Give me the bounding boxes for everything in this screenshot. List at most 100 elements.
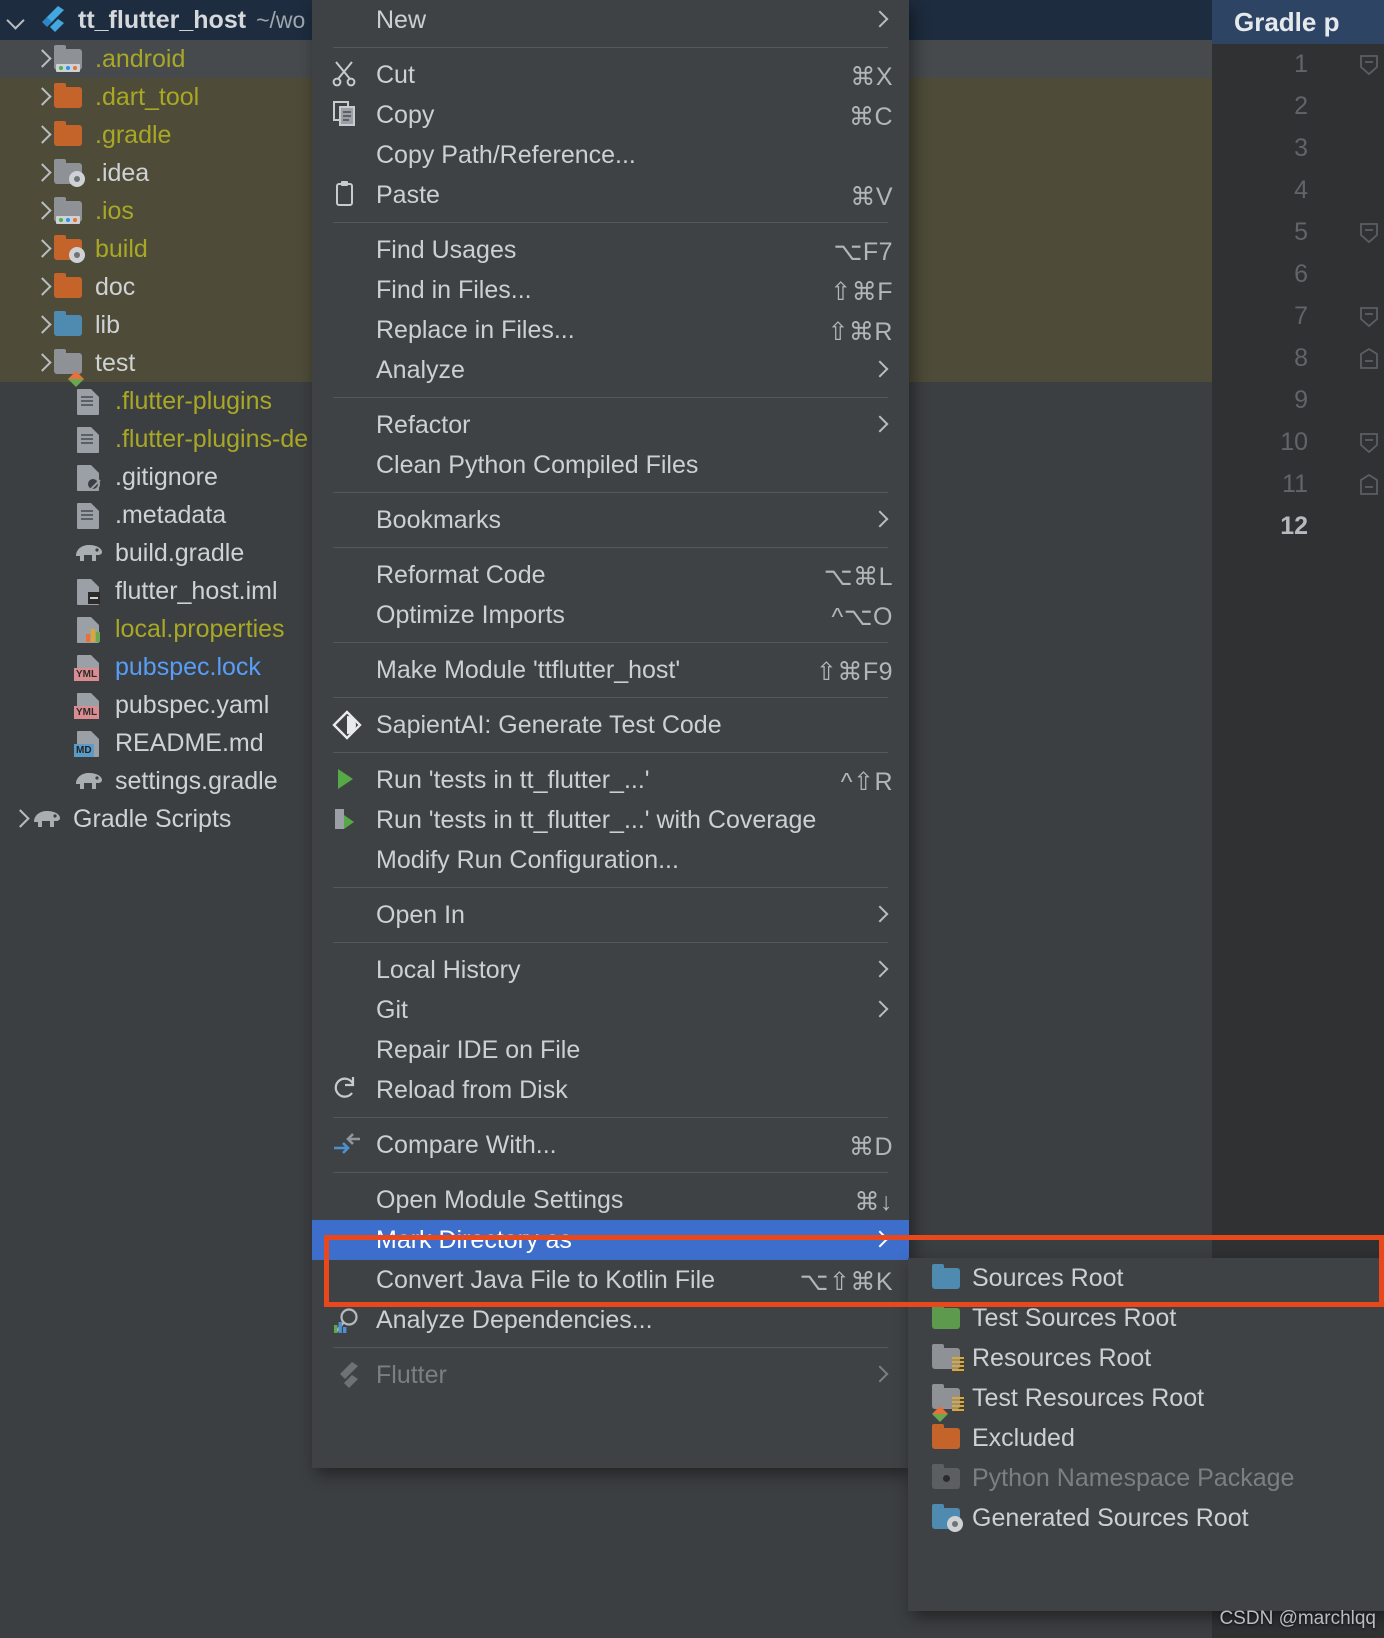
submenu-item[interactable]: Test Resources Root bbox=[908, 1378, 1384, 1422]
chevron-right-icon bbox=[873, 417, 887, 431]
chevron-right-icon[interactable] bbox=[30, 48, 52, 70]
menu-item-label: Cut bbox=[376, 60, 415, 89]
menu-item[interactable]: Optimize Imports ^⌥O bbox=[312, 595, 909, 635]
menu-item[interactable]: Clean Python Compiled Files bbox=[312, 445, 909, 485]
chevron-right-icon[interactable] bbox=[30, 238, 52, 260]
coverage-icon bbox=[332, 805, 374, 835]
menu-item[interactable]: Modify Run Configuration... bbox=[312, 840, 909, 880]
code-fold-icon[interactable] bbox=[1358, 474, 1380, 496]
menu-item[interactable]: Analyze Dependencies... bbox=[312, 1300, 909, 1340]
code-fold-icon[interactable] bbox=[1358, 222, 1380, 244]
submenu-item[interactable]: Resources Root bbox=[908, 1338, 1384, 1378]
project-root-path: ~/wo bbox=[256, 6, 306, 33]
chevron-right-icon[interactable] bbox=[30, 86, 52, 108]
chevron-right-icon bbox=[873, 962, 887, 976]
menu-item-label: Convert Java File to Kotlin File bbox=[376, 1265, 716, 1294]
menu-item[interactable]: Copy ⌘C bbox=[312, 95, 909, 135]
menu-item-shortcut: ⌥F7 bbox=[833, 238, 893, 266]
menu-separator bbox=[333, 492, 888, 493]
menu-item[interactable]: Cut ⌘X bbox=[312, 55, 909, 95]
folder-icon bbox=[52, 349, 86, 387]
menu-item[interactable]: Reformat Code ⌥⌘L bbox=[312, 555, 909, 595]
line-number: 12 bbox=[1280, 512, 1308, 540]
menu-item-label: Analyze bbox=[376, 355, 465, 384]
submenu-item[interactable]: Python Namespace Package bbox=[908, 1458, 1384, 1498]
submenu-item[interactable]: Test Sources Root bbox=[908, 1298, 1384, 1338]
menu-item[interactable]: Compare With... ⌘D bbox=[312, 1125, 909, 1165]
chevron-down-icon[interactable] bbox=[6, 9, 28, 31]
line-number: 8 bbox=[1294, 344, 1308, 372]
menu-item[interactable]: Local History bbox=[312, 950, 909, 990]
menu-separator bbox=[333, 222, 888, 223]
menu-item[interactable]: Find Usages ⌥F7 bbox=[312, 230, 909, 270]
tree-row-label: .gitignore bbox=[115, 462, 218, 491]
menu-item[interactable]: Git bbox=[312, 990, 909, 1030]
code-fold-icon[interactable] bbox=[1358, 54, 1380, 76]
folder-icon bbox=[930, 1384, 964, 1422]
menu-item-label: Modify Run Configuration... bbox=[376, 845, 679, 874]
file-icon bbox=[72, 425, 106, 453]
analyze-deps-icon bbox=[332, 1305, 374, 1335]
menu-item[interactable]: Run 'tests in tt_flutter_...' with Cover… bbox=[312, 800, 909, 840]
menu-item[interactable]: Reload from Disk bbox=[312, 1070, 909, 1110]
menu-item[interactable]: Run 'tests in tt_flutter_...' ^⇧R bbox=[312, 760, 909, 800]
menu-item[interactable]: Repair IDE on File bbox=[312, 1030, 909, 1070]
menu-item[interactable]: Make Module 'ttflutter_host' ⇧⌘F9 bbox=[312, 650, 909, 690]
menu-item-label: Reformat Code bbox=[376, 560, 546, 589]
menu-item[interactable]: Open Module Settings ⌘↓ bbox=[312, 1180, 909, 1220]
menu-separator bbox=[333, 697, 888, 698]
tree-row-label: .gradle bbox=[95, 120, 172, 149]
no-icon bbox=[332, 355, 374, 385]
folder-icon bbox=[930, 1344, 964, 1372]
yml-badge-icon: YML bbox=[74, 706, 100, 719]
menu-item[interactable]: Analyze bbox=[312, 350, 909, 390]
menu-item[interactable]: Open In bbox=[312, 895, 909, 935]
file-icon: YML bbox=[72, 653, 106, 681]
menu-item[interactable]: Paste ⌘V bbox=[312, 175, 909, 215]
submenu-item-label: Test Resources Root bbox=[972, 1383, 1205, 1412]
menu-item[interactable]: Refactor bbox=[312, 405, 909, 445]
menu-item[interactable]: Replace in Files... ⇧⌘R bbox=[312, 310, 909, 350]
line-number: 10 bbox=[1280, 428, 1308, 456]
no-icon bbox=[332, 955, 374, 985]
menu-item[interactable]: SapientAI: Generate Test Code bbox=[312, 705, 909, 745]
submenu-item[interactable]: Excluded bbox=[908, 1418, 1384, 1458]
chevron-right-icon[interactable] bbox=[30, 162, 52, 184]
code-fold-icon[interactable] bbox=[1358, 306, 1380, 328]
menu-item[interactable]: Mark Directory as bbox=[312, 1220, 909, 1260]
menu-item[interactable]: Bookmarks bbox=[312, 500, 909, 540]
chevron-right-icon[interactable] bbox=[8, 808, 30, 830]
menu-item[interactable]: Copy Path/Reference... bbox=[312, 135, 909, 175]
chevron-right-icon[interactable] bbox=[30, 200, 52, 222]
submenu-item[interactable]: Generated Sources Root bbox=[908, 1498, 1384, 1538]
gradle-elephant-icon bbox=[72, 767, 106, 795]
line-number: 2 bbox=[1294, 92, 1308, 120]
file-lines-icon bbox=[81, 434, 93, 446]
chevron-right-icon bbox=[873, 907, 887, 921]
menu-item-shortcut: ^⌥O bbox=[831, 603, 893, 631]
chevron-right-icon bbox=[873, 1002, 887, 1016]
folder-icon bbox=[52, 121, 86, 149]
menu-item-shortcut: ⇧⌘F9 bbox=[815, 658, 893, 686]
namespace-badge-icon bbox=[943, 1475, 950, 1482]
chevron-right-icon[interactable] bbox=[30, 124, 52, 146]
code-fold-icon[interactable] bbox=[1358, 432, 1380, 454]
folder-icon bbox=[930, 1264, 964, 1292]
folder-icon bbox=[52, 45, 86, 73]
menu-item[interactable]: Find in Files... ⇧⌘F bbox=[312, 270, 909, 310]
chevron-right-icon[interactable] bbox=[30, 352, 52, 374]
chevron-right-icon[interactable] bbox=[30, 276, 52, 298]
menu-item[interactable]: Flutter bbox=[312, 1355, 909, 1395]
chevron-right-icon[interactable] bbox=[30, 314, 52, 336]
menu-item-label: Repair IDE on File bbox=[376, 1035, 581, 1064]
menu-item-shortcut: ⇧⌘R bbox=[827, 318, 893, 346]
folder-icon bbox=[52, 235, 86, 263]
menu-item-label: Open Module Settings bbox=[376, 1185, 624, 1214]
test-badge-icon bbox=[68, 371, 84, 387]
menu-item[interactable]: Convert Java File to Kotlin File ⌥⇧⌘K bbox=[312, 1260, 909, 1300]
menu-item[interactable]: New bbox=[312, 0, 909, 40]
submenu-item-label: Sources Root bbox=[972, 1263, 1124, 1292]
code-fold-icon[interactable] bbox=[1358, 348, 1380, 370]
tab-gradle-properties[interactable]: Gradle p bbox=[1212, 0, 1384, 44]
submenu-item[interactable]: Sources Root bbox=[908, 1258, 1384, 1298]
